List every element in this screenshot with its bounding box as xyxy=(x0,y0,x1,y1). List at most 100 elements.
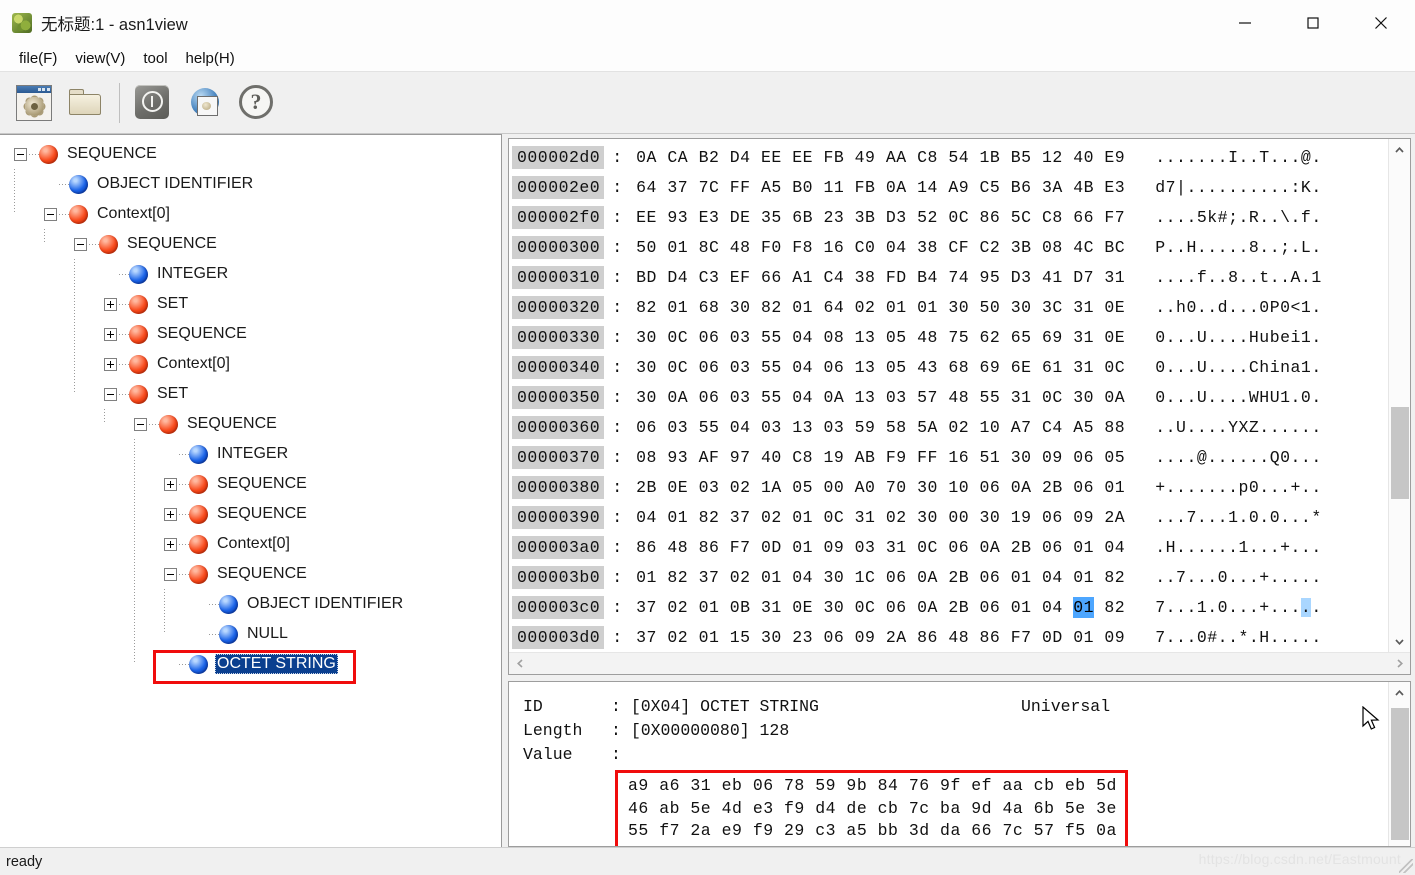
hex-byte[interactable]: 03 xyxy=(730,357,751,378)
hex-byte[interactable]: 02 xyxy=(730,567,751,588)
hex-byte[interactable]: 31 xyxy=(1011,387,1032,408)
hex-byte[interactable]: 01 xyxy=(792,297,813,318)
hex-byte[interactable]: C5 xyxy=(980,177,1001,198)
scroll-right-icon[interactable] xyxy=(1388,653,1410,675)
hex-ascii[interactable]: P..H.....8..;.L. xyxy=(1155,238,1322,257)
hex-byte[interactable]: 19 xyxy=(823,447,844,468)
hex-byte[interactable]: EF xyxy=(730,267,751,288)
asn1-tree-panel[interactable]: SEQUENCE OBJECT IDENTIFIER Context[0] SEQUE… xyxy=(0,134,502,847)
hex-byte[interactable]: 86 xyxy=(980,627,1001,648)
hex-byte[interactable]: 0A xyxy=(917,567,938,588)
hex-byte[interactable]: 0C xyxy=(667,327,688,348)
hex-byte[interactable]: D3 xyxy=(1011,267,1032,288)
node-detail-panel[interactable]: ID: [0X04] OCTET STRING Universal Length… xyxy=(508,681,1411,847)
hex-byte[interactable]: 01 xyxy=(1104,477,1125,498)
hex-byte[interactable]: 54 xyxy=(948,147,969,168)
hex-byte[interactable]: 30 xyxy=(980,507,1001,528)
hex-byte[interactable]: A9 xyxy=(948,177,969,198)
tree-expand-icon[interactable] xyxy=(104,357,117,371)
hex-bytes[interactable]: 30 0C 06 03 55 04 06 13 05 43 68 69 6E 6… xyxy=(636,358,1125,377)
tree-node[interactable]: OBJECT IDENTIFIER xyxy=(6,169,501,199)
hex-byte[interactable]: 30 xyxy=(1073,387,1094,408)
hex-byte[interactable]: 86 xyxy=(636,537,657,558)
hex-byte[interactable]: 68 xyxy=(699,297,720,318)
hex-byte[interactable]: 82 xyxy=(761,297,782,318)
hex-byte[interactable]: 69 xyxy=(980,357,1001,378)
hex-byte[interactable]: 31 xyxy=(1073,327,1094,348)
hex-byte[interactable]: 0D xyxy=(761,537,782,558)
hex-byte[interactable]: 1A xyxy=(761,477,782,498)
hex-byte[interactable]: 59 xyxy=(855,417,876,438)
hex-byte[interactable]: A5 xyxy=(761,177,782,198)
hex-byte[interactable]: 0A xyxy=(823,387,844,408)
hex-byte[interactable]: 30 xyxy=(917,507,938,528)
hex-ascii[interactable]: .......I..T...@. xyxy=(1155,148,1322,167)
hex-bytes[interactable]: 0A CA B2 D4 EE EE FB 49 AA C8 54 1B B5 1… xyxy=(636,148,1125,167)
hex-byte[interactable]: 03 xyxy=(886,387,907,408)
hex-byte[interactable]: 31 xyxy=(1104,267,1125,288)
hex-row[interactable]: 000003b0:01 82 37 02 01 04 30 1C 06 0A 2… xyxy=(512,562,1388,592)
hex-byte[interactable]: E3 xyxy=(1104,177,1125,198)
hex-byte[interactable]: 7C xyxy=(699,177,720,198)
hex-byte[interactable]: 05 xyxy=(886,327,907,348)
hex-byte[interactable]: 5A xyxy=(917,417,938,438)
menu-file[interactable]: file(F) xyxy=(10,48,66,69)
menu-help[interactable]: help(H) xyxy=(177,48,244,69)
hex-byte[interactable]: 31 xyxy=(886,537,907,558)
hex-byte[interactable]: 0A xyxy=(980,537,1001,558)
hex-byte[interactable]: 30 xyxy=(761,627,782,648)
hex-ascii[interactable]: ..7...0...+..... xyxy=(1155,568,1322,587)
toolbar-help-button[interactable]: ? xyxy=(231,79,283,127)
hex-byte[interactable]: 06 xyxy=(699,387,720,408)
hex-byte[interactable]: 0E xyxy=(1104,297,1125,318)
hex-byte[interactable]: 00 xyxy=(948,507,969,528)
hex-byte[interactable]: 03 xyxy=(730,387,751,408)
hex-byte[interactable]: C8 xyxy=(1042,207,1063,228)
hex-bytes[interactable]: 64 37 7C FF A5 B0 11 FB 0A 14 A9 C5 B6 3… xyxy=(636,178,1125,197)
hex-byte[interactable]: 01 xyxy=(667,237,688,258)
hex-byte[interactable]: 74 xyxy=(948,267,969,288)
hex-row[interactable]: 000003c0:37 02 01 0B 31 0E 30 0C 06 0A 2… xyxy=(512,592,1388,622)
hex-byte[interactable]: 03 xyxy=(667,417,688,438)
hex-byte[interactable]: 95 xyxy=(980,267,1001,288)
hex-byte[interactable]: 55 xyxy=(761,357,782,378)
hex-byte[interactable]: C3 xyxy=(699,267,720,288)
hex-byte[interactable]: 16 xyxy=(823,237,844,258)
hex-byte[interactable]: 01 xyxy=(1011,567,1032,588)
hex-byte[interactable]: 01 xyxy=(792,537,813,558)
hex-byte[interactable]: 0E xyxy=(792,597,813,618)
hex-byte[interactable]: 97 xyxy=(730,447,751,468)
tree-expand-icon[interactable] xyxy=(164,507,177,521)
hex-byte[interactable]: FD xyxy=(886,267,907,288)
hex-byte[interactable]: 06 xyxy=(948,537,969,558)
hex-bytes[interactable]: 30 0A 06 03 55 04 0A 13 03 57 48 55 31 0… xyxy=(636,388,1125,407)
tree-node[interactable]: SEQUENCE xyxy=(6,499,501,529)
hex-ascii[interactable]: ..h0..d...0P0<1. xyxy=(1155,298,1322,317)
hex-byte[interactable]: D7 xyxy=(1073,267,1094,288)
scroll-up-icon[interactable] xyxy=(1389,682,1411,704)
hex-byte[interactable]: 04 xyxy=(886,237,907,258)
hex-byte[interactable]: 04 xyxy=(1104,537,1125,558)
hex-byte[interactable]: F7 xyxy=(1011,627,1032,648)
hex-byte[interactable]: BC xyxy=(1104,237,1125,258)
hex-byte[interactable]: 0B xyxy=(730,597,751,618)
hex-byte[interactable]: 01 xyxy=(792,507,813,528)
hex-byte[interactable]: 01 xyxy=(1073,627,1094,648)
hex-byte[interactable]: 16 xyxy=(948,447,969,468)
tree-expand-icon[interactable] xyxy=(104,327,117,341)
hex-byte[interactable]: 15 xyxy=(730,627,751,648)
tree-node[interactable]: SEQUENCE xyxy=(6,559,501,589)
hex-byte[interactable]: AA xyxy=(886,147,907,168)
hex-byte[interactable]: 68 xyxy=(948,357,969,378)
hex-byte[interactable]: 37 xyxy=(636,627,657,648)
hex-byte[interactable]: 0C xyxy=(855,597,876,618)
hex-byte[interactable]: 01 xyxy=(917,297,938,318)
hex-byte[interactable]: 02 xyxy=(667,627,688,648)
hex-byte[interactable]: A0 xyxy=(855,477,876,498)
hex-byte[interactable]: B2 xyxy=(699,147,720,168)
hex-byte[interactable]: 01 xyxy=(1073,537,1094,558)
hex-bytes[interactable]: 2B 0E 03 02 1A 05 00 A0 70 30 10 06 0A 2… xyxy=(636,478,1125,497)
tree-node[interactable]: INTEGER xyxy=(6,259,501,289)
hex-scroll-track[interactable] xyxy=(1389,161,1411,630)
hex-byte[interactable]: 1B xyxy=(980,147,1001,168)
